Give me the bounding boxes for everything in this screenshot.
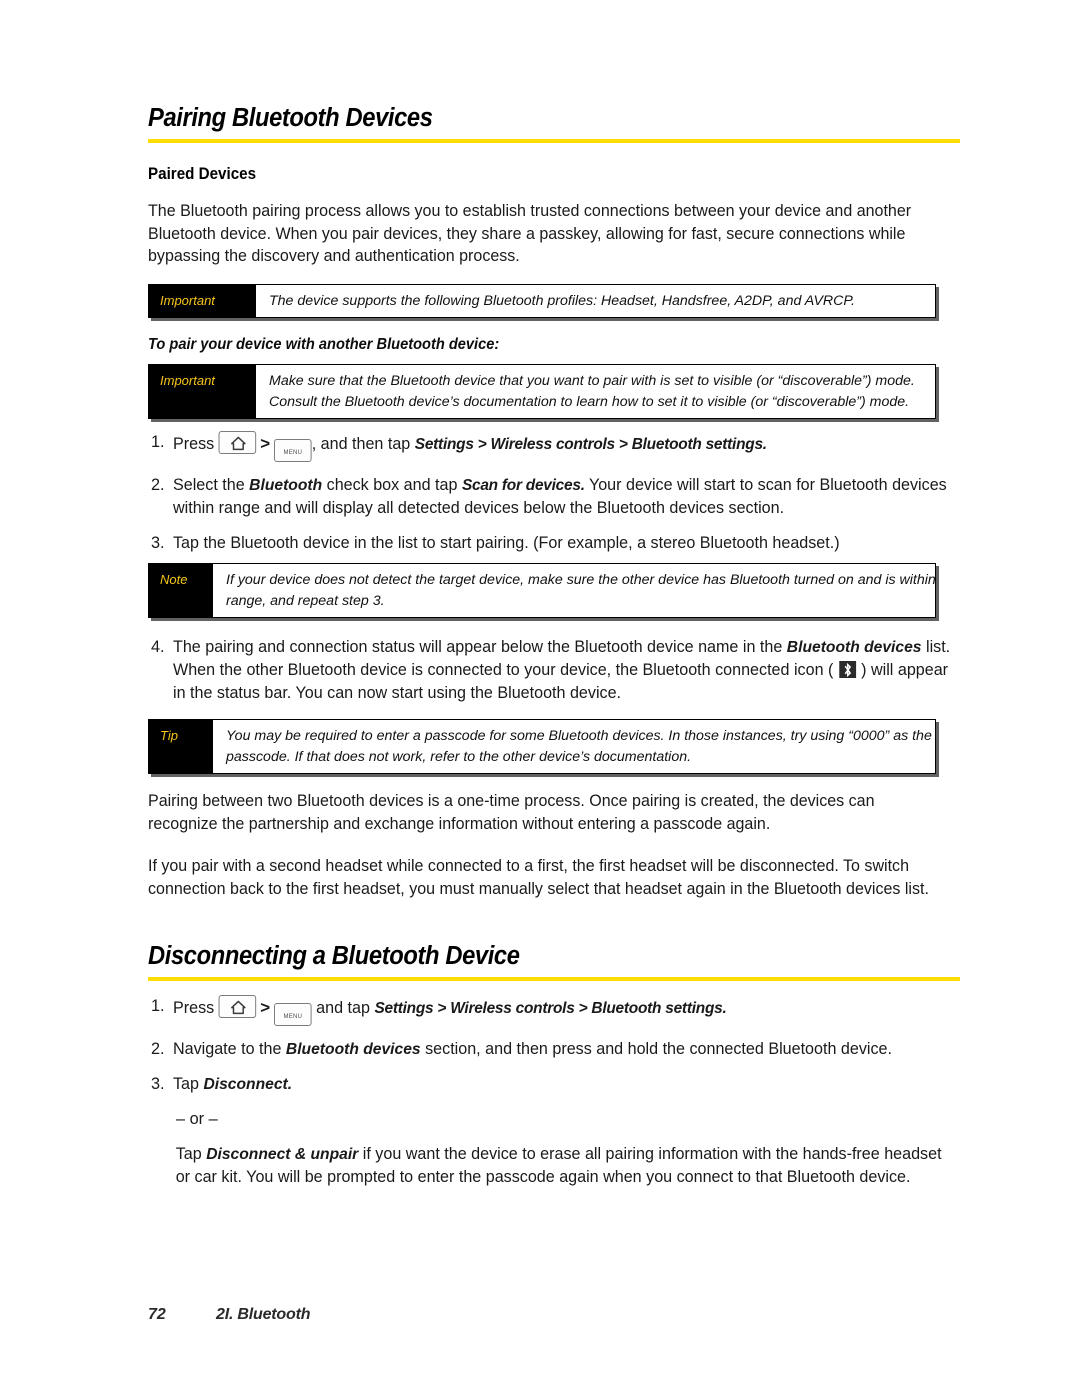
callout-important-profiles: Important The device supports the follow…	[148, 283, 936, 319]
home-key-icon[interactable]	[218, 995, 257, 1019]
callout-line: If your device does not detect the targe…	[226, 572, 936, 589]
press-label: Press	[173, 435, 215, 454]
step-number: 1.	[151, 997, 165, 1016]
step-item: 4. The pairing and connection status wil…	[148, 636, 960, 705]
pairing-steps: 1. Press > menu, and then tap Settings > …	[148, 431, 960, 555]
step-number: 2.	[151, 476, 165, 495]
step-item: 3. Tap Disconnect.	[148, 1073, 960, 1096]
disconnect-unpair-term: Disconnect & unpair	[206, 1146, 359, 1164]
page-footer: 72 2I. Bluetooth	[148, 1306, 310, 1324]
press-label: Press	[173, 999, 215, 1018]
manual-page: Pairing Bluetooth Devices Paired Devices…	[0, 0, 1080, 1397]
closing-paragraph-2: If you pair with a second headset while …	[148, 857, 929, 898]
bluetooth-devices-term: Bluetooth devices	[285, 1041, 421, 1059]
callout-label: Note	[149, 564, 212, 618]
bluetooth-term: Bluetooth	[249, 477, 323, 495]
step-item: 2. Select the Bluetooth check box and ta…	[148, 474, 960, 520]
subheading-paired-devices: Paired Devices	[148, 165, 257, 184]
alternative-paragraph: Tap Disconnect & unpair if you want the …	[148, 1143, 958, 1189]
callout-important-visible: Important Make sure that the Bluetooth d…	[148, 364, 936, 420]
step-text: Tap Disconnect.	[173, 1073, 952, 1096]
step-item: 3. Tap the Bluetooth device in the list …	[148, 532, 960, 555]
page-content: Pairing Bluetooth Devices Paired Devices…	[148, 104, 960, 1189]
footer-page-number: 72	[148, 1306, 166, 1323]
callout-line: range, and repeat step 3.	[226, 592, 385, 609]
menu-key-icon[interactable]: menu	[274, 1003, 312, 1027]
step-item: 1. Press > menu and tap Settings > Wirele…	[148, 995, 960, 1027]
disconnecting-steps: 1. Press > menu and tap Settings > Wirele…	[148, 995, 960, 1096]
step-text: Tap the Bluetooth device in the list to …	[173, 534, 840, 553]
step-text: Press > menu, and then tap Settings > Wir…	[173, 431, 952, 463]
settings-path: Settings > Wireless controls > Bluetooth…	[374, 1000, 727, 1018]
heading-rule	[148, 977, 960, 982]
step-text: Select the Bluetooth check box and tap S…	[173, 474, 952, 520]
alt-frag: Tap	[175, 1145, 202, 1164]
closing-paragraph-1: Pairing between two Bluetooth devices is…	[148, 792, 875, 833]
callout-body: If your device does not detect the targe…	[212, 564, 946, 618]
callout-line: passcode. If that does not work, refer t…	[226, 748, 692, 765]
home-key-icon[interactable]	[218, 431, 257, 455]
disconnect-term: Disconnect.	[203, 1076, 293, 1094]
callout-line: You may be required to enter a passcode …	[226, 728, 932, 745]
scan-for-devices-term: Scan for devices.	[461, 477, 585, 495]
bluetooth-connected-icon	[838, 661, 856, 679]
step-item: 1. Press > menu, and then tap Settings > …	[148, 431, 960, 463]
step-frag: The pairing and connection status will a…	[173, 638, 783, 657]
callout-label: Tip	[149, 720, 212, 774]
key-separator: >	[260, 434, 271, 454]
callout-body: Make sure that the Bluetooth device that…	[255, 365, 935, 419]
step-text: Press > menu and tap Settings > Wireless …	[173, 995, 952, 1027]
menu-key-icon[interactable]: menu	[274, 439, 312, 463]
step-text: Navigate to the Bluetooth devices sectio…	[173, 1038, 952, 1061]
step-item: 2. Navigate to the Bluetooth devices sec…	[148, 1038, 960, 1061]
callout-line: The device supports the following Blueto…	[269, 292, 855, 309]
or-separator: – or –	[176, 1110, 218, 1129]
step-number: 4.	[151, 638, 165, 657]
step-frag: section, and then press and hold the con…	[425, 1040, 892, 1059]
heading-rule	[148, 139, 960, 144]
step-frag: check box and tap	[326, 476, 458, 495]
footer-chapter-title: 2I. Bluetooth	[216, 1306, 311, 1323]
callout-note: Note If your device does not detect the …	[148, 563, 936, 619]
step-after-keys: and tap	[316, 999, 370, 1018]
callout-label: Important	[149, 284, 255, 318]
step-frag: Select the	[173, 476, 245, 495]
step-number: 1.	[151, 433, 165, 452]
step-number: 3.	[151, 534, 165, 553]
lead-to-pair: To pair your device with another Bluetoo…	[148, 336, 500, 354]
callout-tip: Tip You may be required to enter a passc…	[148, 719, 936, 775]
step-after-keys: , and then tap	[311, 435, 411, 454]
section-heading-disconnecting: Disconnecting a Bluetooth Device	[148, 942, 520, 971]
settings-path: Settings > Wireless controls > Bluetooth…	[414, 436, 767, 454]
bluetooth-devices-term: Bluetooth devices	[786, 639, 922, 657]
intro-paragraph: The Bluetooth pairing process allows you…	[148, 202, 912, 266]
key-separator: >	[260, 998, 271, 1018]
step-frag: Tap	[173, 1075, 199, 1094]
callout-body: You may be required to enter a passcode …	[212, 720, 942, 774]
step-number: 2.	[151, 1040, 165, 1059]
step-text: The pairing and connection status will a…	[173, 636, 952, 705]
step-frag: Navigate to the	[173, 1040, 282, 1059]
step-number: 3.	[151, 1075, 165, 1094]
callout-line: Make sure that the Bluetooth device that…	[269, 373, 915, 390]
callout-body: The device supports the following Blueto…	[255, 284, 935, 318]
callout-line: Consult the Bluetooth device’s documenta…	[269, 393, 910, 410]
section-heading-pairing: Pairing Bluetooth Devices	[148, 104, 433, 132]
callout-label: Important	[149, 365, 255, 419]
